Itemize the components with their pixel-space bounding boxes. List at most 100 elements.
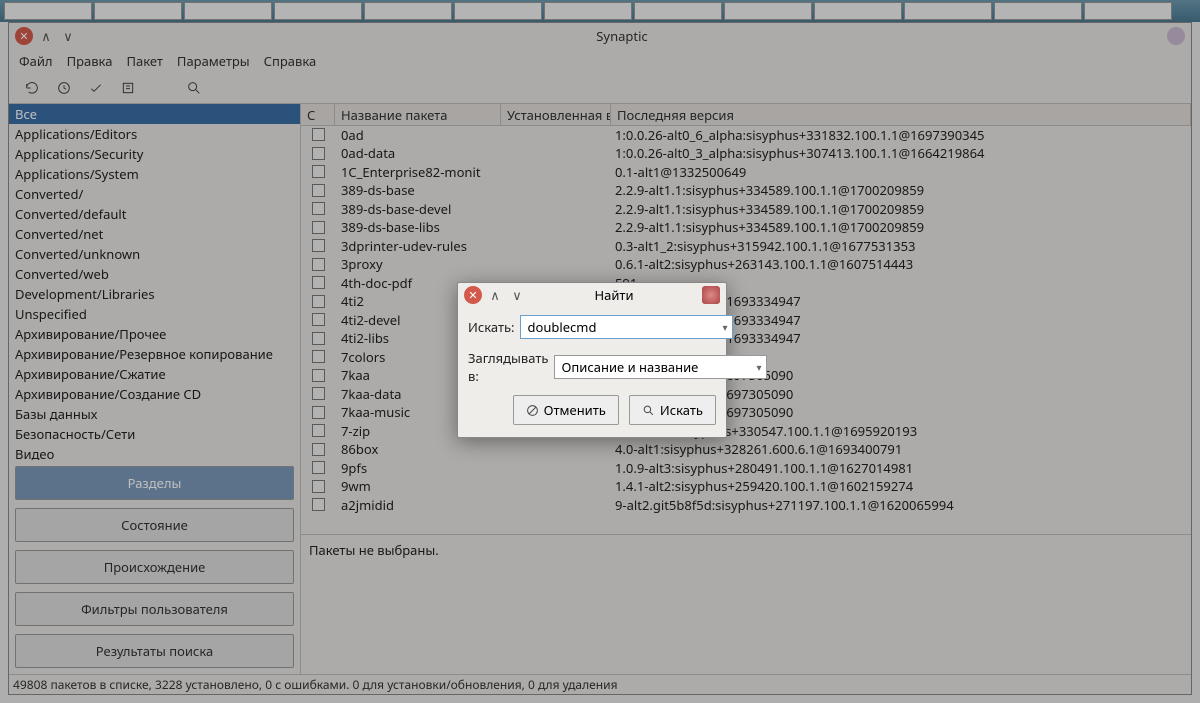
status-cell[interactable] [301,128,335,141]
category-item[interactable]: Архивирование/Создание CD [9,384,300,404]
status-cell[interactable] [301,461,335,474]
close-icon[interactable]: ✕ [15,27,33,45]
table-row[interactable]: 0ad1:0.0.26-alt0_6_alpha:sisyphus+331832… [301,126,1191,145]
status-cell[interactable] [301,406,335,419]
lookin-select[interactable] [554,355,767,379]
category-item[interactable]: Applications/Security [9,144,300,164]
table-row[interactable]: 4ti2+328195.100.1.1@1693334947 [301,293,1191,312]
table-row[interactable]: 4ti2-devel+328195.100.1.1@1693334947 [301,311,1191,330]
category-item[interactable]: Applications/System [9,164,300,184]
minimize-icon[interactable]: ∨ [59,27,77,45]
custom-filters-button[interactable]: Фильтры пользователя [15,592,294,626]
category-item[interactable]: Все [9,104,300,124]
origin-button[interactable]: Происхождение [15,550,294,584]
category-item[interactable]: Архивирование/Резервное копирование [9,344,300,364]
table-row[interactable]: 1C_Enterprise82-monit0.1-alt1@1332500649 [301,163,1191,182]
status-cell[interactable] [301,350,335,363]
search-input[interactable] [520,315,733,339]
status-button[interactable]: Состояние [15,508,294,542]
task-thumb[interactable] [94,2,182,20]
category-item[interactable]: Безопасность/Сети [9,424,300,444]
search-button[interactable]: Искать [629,395,716,425]
status-cell[interactable] [301,221,335,234]
reload-icon[interactable] [23,79,41,97]
menu-help[interactable]: Справка [264,52,317,70]
mark-upgrades-icon[interactable] [55,79,73,97]
status-cell[interactable] [301,165,335,178]
status-cell[interactable] [301,332,335,345]
search-icon[interactable] [185,79,203,97]
table-row[interactable]: 7-zip23.01-alt1:sisyphus+330547.100.1.1@… [301,422,1191,441]
table-row[interactable]: 7kaa-music331805.100.1.1@1697305090 [301,404,1191,423]
package-table[interactable]: 0ad1:0.0.26-alt0_6_alpha:sisyphus+331832… [301,126,1191,534]
status-cell[interactable] [301,443,335,456]
status-cell[interactable] [301,184,335,197]
table-row[interactable]: 7kaa-data331805.100.1.1@1697305090 [301,385,1191,404]
category-item[interactable]: Development/Libraries [9,284,300,304]
status-cell[interactable] [301,295,335,308]
table-row[interactable]: 0ad-data1:0.0.26-alt0_3_alpha:sisyphus+3… [301,145,1191,164]
task-thumb[interactable] [724,2,812,20]
task-thumb[interactable] [814,2,902,20]
category-item[interactable]: Converted/default [9,204,300,224]
table-row[interactable]: 86box4.0-alt1:sisyphus+328261.600.6.1@16… [301,441,1191,460]
status-cell[interactable] [301,147,335,160]
minimize-icon[interactable]: ∨ [508,286,526,304]
category-item[interactable]: Converted/net [9,224,300,244]
sections-button[interactable]: Разделы [15,466,294,500]
table-row[interactable]: 3proxy0.6.1-alt2:sisyphus+263143.100.1.1… [301,256,1191,275]
category-item[interactable]: Unspecified [9,304,300,324]
menu-file[interactable]: Файл [19,52,53,70]
task-thumb[interactable] [454,2,542,20]
table-row[interactable]: 4th-doc-pdf591 [301,274,1191,293]
task-thumb[interactable] [184,2,272,20]
table-row[interactable]: 9pfs1.0.9-alt3:sisyphus+280491.100.1.1@1… [301,459,1191,478]
status-cell[interactable] [301,239,335,252]
menu-settings[interactable]: Параметры [177,52,250,70]
table-row[interactable]: 389-ds-base-libs2.2.9-alt1.1:sisyphus+33… [301,219,1191,238]
status-cell[interactable] [301,480,335,493]
category-item[interactable]: Applications/Editors [9,124,300,144]
task-thumb[interactable] [634,2,722,20]
category-item[interactable]: Converted/web [9,264,300,284]
table-row[interactable]: 4ti2-libs+328195.100.1.1@1693334947 [301,330,1191,349]
apply-icon[interactable] [87,79,105,97]
col-latest[interactable]: Последняя версия [611,104,1191,125]
category-list[interactable]: ВсеApplications/EditorsApplications/Secu… [9,104,300,460]
status-cell[interactable] [301,424,335,437]
status-cell[interactable] [301,258,335,271]
col-installed[interactable]: Установленная вер [501,104,611,125]
maximize-icon[interactable]: ∧ [486,286,504,304]
task-thumb[interactable] [364,2,452,20]
menu-edit[interactable]: Правка [67,52,113,70]
task-thumb[interactable] [544,2,632,20]
status-cell[interactable] [301,276,335,289]
properties-icon[interactable] [119,79,137,97]
status-cell[interactable] [301,202,335,215]
table-row[interactable]: 389-ds-base-devel2.2.9-alt1.1:sisyphus+3… [301,200,1191,219]
menu-package[interactable]: Пакет [126,52,162,70]
table-row[interactable]: a2jmidid9-alt2.git5b8f5d:sisyphus+271197… [301,496,1191,515]
status-cell[interactable] [301,498,335,511]
category-item[interactable]: Видео [9,444,300,460]
category-item[interactable]: Базы данных [9,404,300,424]
search-results-button[interactable]: Результаты поиска [15,634,294,668]
maximize-icon[interactable]: ∧ [37,27,55,45]
table-row[interactable]: 3dprinter-udev-rules0.3-alt1_2:sisyphus+… [301,237,1191,256]
task-thumb[interactable] [4,2,92,20]
task-thumb[interactable] [1084,2,1172,20]
close-icon[interactable]: ✕ [464,286,482,304]
status-cell[interactable] [301,313,335,326]
status-cell[interactable] [301,369,335,382]
task-thumb[interactable] [274,2,362,20]
cancel-button[interactable]: Отменить [513,395,619,425]
category-item[interactable]: Converted/ [9,184,300,204]
category-item[interactable]: Converted/unknown [9,244,300,264]
table-row[interactable]: 389-ds-base2.2.9-alt1.1:sisyphus+334589.… [301,182,1191,201]
col-status[interactable]: С [301,104,335,125]
col-name[interactable]: Название пакета [335,104,501,125]
task-thumb[interactable] [904,2,992,20]
task-thumb[interactable] [994,2,1082,20]
status-cell[interactable] [301,387,335,400]
category-item[interactable]: Архивирование/Прочее [9,324,300,344]
